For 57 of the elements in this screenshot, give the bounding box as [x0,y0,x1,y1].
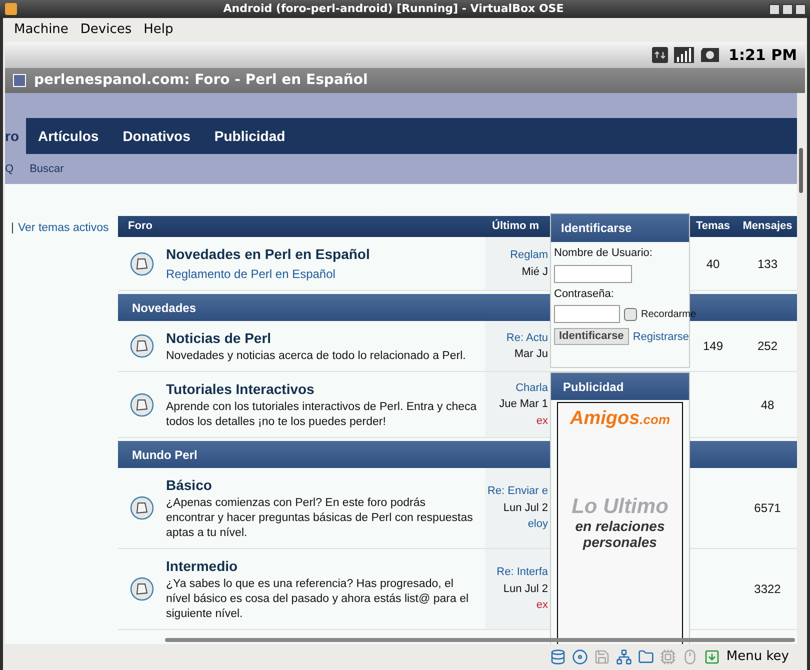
topics-count: 149 [702,338,724,355]
column-header: Temas [694,219,732,234]
menu-key-label: Menu key [726,648,789,666]
forum-title[interactable]: Intermedio [166,556,477,577]
ad-logo: Amigos.com [570,409,670,428]
posts-count: 3322 [754,581,781,598]
clock-time: 1:21 PM [728,44,797,66]
ad-slogan: en relaciones [575,519,665,533]
forum-description: Novedades y noticias acerca de todo lo relacionado a Perl. [166,349,467,364]
last-post-topic[interactable]: Reglam [510,247,548,264]
posts-count: 252 [757,338,778,355]
column-header: Último m [491,218,540,234]
separator-text: | [11,221,14,236]
active-topics-link[interactable]: Ver temas activos [18,220,109,630]
forum-title[interactable]: Noticias de Perl [166,328,477,349]
last-post-author[interactable]: ex [536,597,548,614]
register-link[interactable]: Registrarse [632,328,690,345]
last-post-date: Lun Jul 2 [503,500,548,516]
last-post-date: Mié J [522,264,548,280]
menu-item[interactable]: Machine [14,20,68,40]
forum-description: Aprende con los tutoriales interactivos de Perl. Entra y checa todos los detalles ¡no te los puedes perder! [166,400,477,430]
forum-description: ¿Ya sabes lo que es una referencia? Has progresado, el nível básico es cosa del pasado y ahora estás list@ para el siguiente nível. [166,577,470,622]
last-post-topic[interactable]: Charla [516,380,548,396]
posts-count: 48 [760,396,774,414]
ad-slogan: Lo Ultimo [572,496,668,517]
nav-tab[interactable]: Artículos [26,118,111,154]
forum-title[interactable]: Tutoriales Interactivos [166,379,477,400]
subforum-link[interactable]: Reglamento de Perl en Español [166,265,477,283]
posts-count: 6571 [754,500,781,517]
panel-header: Identificarse [551,214,689,242]
panel-header: Publicidad [551,373,689,400]
forum-title[interactable]: Novedades en Perl en Español [166,244,477,265]
username-label: Nombre de Usuario: [553,246,654,261]
ad-slogan: personales [583,535,657,549]
forum-description: ¿Apenas comienzas con Perl? En este foro podrás encontrar y hacer preguntas básicas de Perl con respuestas aptas a tu nível. [166,496,474,541]
last-post-author[interactable]: eloy [528,516,548,533]
last-post-author[interactable]: ex [536,412,548,430]
column-header: Mensajes [742,219,794,234]
topics-count: 40 [706,256,720,272]
column-header: Foro [127,219,154,234]
forum-title[interactable]: Básico [166,475,477,496]
sub-nav-link[interactable]: Q [5,160,14,178]
login-button[interactable]: Identificarse [554,328,629,345]
last-post-date: Jue Mar 1 [499,397,548,412]
menu-item[interactable]: Devices [80,20,132,40]
sub-nav-link[interactable]: Buscar [30,160,64,178]
last-post-topic[interactable]: Re: Actu [506,330,548,346]
last-post-topic[interactable]: Re: Enviar e [487,483,548,500]
nav-tab[interactable]: Donativos [110,118,202,154]
nav-tab[interactable]: Publicidad [202,118,298,154]
posts-count: 133 [757,256,778,272]
window-title: Android (foro-perl-android) [Running] - VirtualBox OSE [222,0,565,17]
last-post-date: Lun Jul 2 [503,582,548,597]
menu-item[interactable]: Help [144,20,174,40]
page-title: perlenespanol.com: Foro - Perl en Español [34,71,368,90]
last-post-date: Mar Ju [514,347,548,362]
last-post-topic[interactable]: Re: Interfa [496,564,548,581]
